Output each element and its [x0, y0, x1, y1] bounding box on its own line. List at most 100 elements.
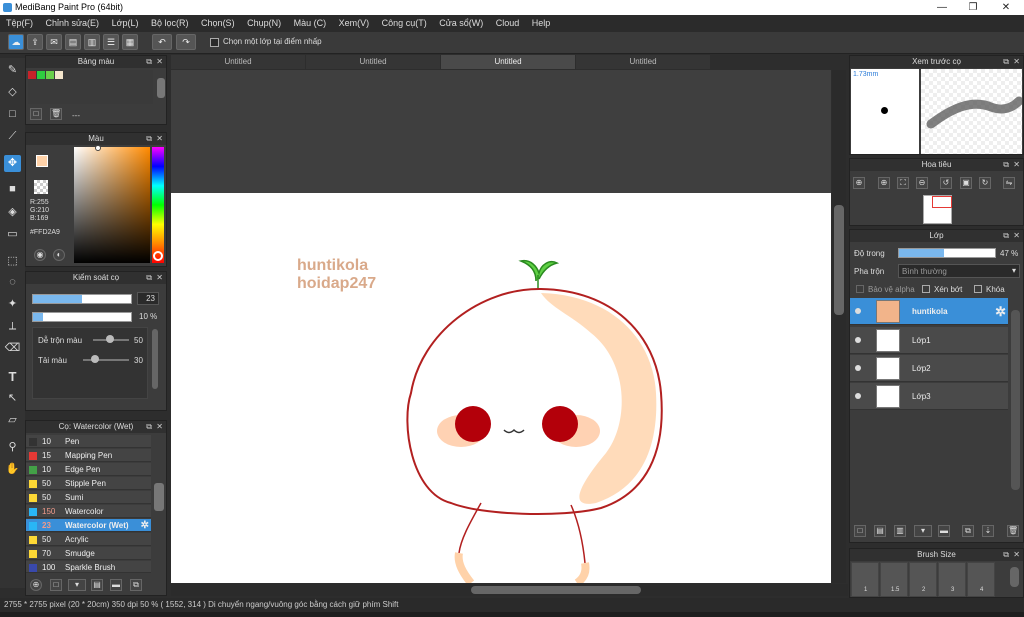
lock-checkbox[interactable]	[974, 285, 982, 293]
brush-folder-icon[interactable]: ▬	[110, 579, 122, 591]
visibility-eye-icon[interactable]	[855, 337, 861, 343]
brush-tool-icon[interactable]: ✎	[4, 62, 21, 79]
redo-button[interactable]: ↷	[176, 34, 196, 50]
rotate-right-icon[interactable]: ↻	[979, 177, 991, 189]
new-palette-icon[interactable]: □	[30, 108, 42, 120]
close-icon[interactable]: ✕	[156, 56, 163, 68]
delete-layer-icon[interactable]: 🗑	[1007, 525, 1019, 537]
transparent-color-icon[interactable]	[34, 180, 48, 194]
brush-size-cell[interactable]: 1.5	[880, 562, 908, 597]
fill-rect-tool-icon[interactable]: ■	[4, 181, 21, 198]
divide-tool-icon[interactable]: ▱	[4, 412, 21, 429]
foreground-color-swatch[interactable]	[36, 155, 48, 167]
new-8bit-layer-icon[interactable]: ▥	[894, 525, 906, 537]
document-tab[interactable]: Untitled	[171, 55, 305, 69]
undo-button[interactable]: ↶	[152, 34, 172, 50]
brush-list-scrollbar[interactable]	[154, 483, 164, 511]
canvas-paper[interactable]: huntikola hoidap247	[171, 193, 831, 583]
layer-scrollbar[interactable]	[1011, 310, 1020, 490]
menu-file[interactable]: Tệp(F)	[6, 15, 33, 32]
document-tab[interactable]: Untitled	[576, 55, 710, 69]
new-brush-icon[interactable]: □	[50, 579, 62, 591]
brush-size-cell[interactable]: 4	[967, 562, 995, 597]
menu-layer[interactable]: Lớp(L)	[112, 15, 139, 32]
layer-row[interactable]: Lớp3	[850, 383, 1008, 410]
visibility-eye-icon[interactable]	[855, 365, 861, 371]
close-icon[interactable]: ✕	[1013, 230, 1020, 242]
comment-icon[interactable]: ✉	[46, 34, 62, 50]
close-icon[interactable]: ✕	[1013, 549, 1020, 561]
cloud-icon[interactable]: ☁	[8, 34, 24, 50]
palette-swatch[interactable]	[37, 71, 45, 79]
bucket-tool-icon[interactable]: ◈	[4, 204, 21, 221]
brush-size-cell[interactable]: 2	[909, 562, 937, 597]
brush-item[interactable]: 100 Sparkle Brush	[26, 561, 151, 573]
menu-color[interactable]: Màu (C)	[294, 15, 327, 32]
brush-item[interactable]: 50 Acrylic	[26, 533, 151, 546]
load-slider-knob[interactable]	[91, 355, 99, 363]
brush-size-cell[interactable]: 3	[938, 562, 966, 597]
layer-row-selected[interactable]: huntikola ✲	[850, 298, 1008, 325]
menu-view[interactable]: Xem(V)	[339, 15, 370, 32]
zoom-out-icon[interactable]: ⊖	[916, 177, 928, 189]
close-icon[interactable]: ✕	[156, 133, 163, 145]
palette-scrollbar[interactable]	[157, 78, 165, 98]
hue-bar[interactable]	[152, 147, 164, 263]
brush-item[interactable]: 10 Pen	[26, 435, 151, 448]
brush-settings-gear-icon[interactable]: ✲	[141, 519, 149, 532]
hand-tool-icon[interactable]: ✋	[4, 461, 21, 478]
magic-wand-tool-icon[interactable]: ✦	[4, 296, 21, 313]
brush-item-selected[interactable]: 23 Watercolor (Wet) ✲	[26, 519, 151, 532]
brush-item[interactable]: 10 Edge Pen	[26, 463, 151, 476]
brush-size-slider[interactable]	[32, 294, 132, 304]
rotate-left-icon[interactable]: ↺	[940, 177, 952, 189]
popout-icon[interactable]: ⧉	[1003, 159, 1009, 171]
move-tool-icon[interactable]: ✥	[4, 155, 21, 172]
menu-tools[interactable]: Công cụ(T)	[382, 15, 427, 32]
select-eraser-tool-icon[interactable]: ⌫	[4, 340, 21, 357]
load-slider[interactable]	[83, 359, 129, 361]
zoom-in-2-icon[interactable]: ⊕	[878, 177, 890, 189]
brush-size-value[interactable]: 23	[137, 292, 159, 305]
popout-icon[interactable]: ⧉	[146, 272, 152, 284]
list-icon[interactable]: ☰	[103, 34, 119, 50]
close-icon[interactable]: ✕	[156, 421, 163, 433]
rectangle-tool-icon[interactable]: □	[4, 106, 21, 123]
grid-icon[interactable]: ▦	[122, 34, 138, 50]
menu-window[interactable]: Cửa sổ(W)	[439, 15, 483, 32]
vertical-scroll-thumb[interactable]	[834, 205, 844, 315]
brush-menu-icon[interactable]: ▾	[68, 579, 86, 591]
color-wheel-icon[interactable]: ◉	[34, 249, 46, 261]
menu-edit[interactable]: Chỉnh sửa(E)	[46, 15, 100, 32]
zoom-in-icon[interactable]: ⊕	[853, 177, 865, 189]
palette-swatch[interactable]	[46, 71, 54, 79]
brush-item[interactable]: 50 Stipple Pen	[26, 477, 151, 490]
canvas-area[interactable]: huntikola hoidap247	[171, 70, 831, 583]
merge-layer-icon[interactable]: ⇣	[982, 525, 994, 537]
reset-view-icon[interactable]: ▣	[960, 177, 972, 189]
document-tab-active[interactable]: Untitled	[441, 55, 575, 69]
menu-cloud[interactable]: Cloud	[496, 15, 520, 32]
saturation-value-square[interactable]	[74, 147, 150, 263]
popout-icon[interactable]: ⧉	[1003, 230, 1009, 242]
mix-slider-knob[interactable]	[106, 335, 114, 343]
flip-icon[interactable]: ⇋	[1003, 177, 1015, 189]
operation-tool-icon[interactable]: ↖	[4, 390, 21, 407]
palette-swatch[interactable]	[28, 71, 36, 79]
navigator-viewport[interactable]	[932, 196, 952, 208]
brush-doc-icon[interactable]: ▤	[91, 579, 103, 591]
menu-filter[interactable]: Bộ lọc(R)	[151, 15, 189, 32]
popout-icon[interactable]: ⧉	[146, 421, 152, 433]
layer-opacity-slider[interactable]	[898, 248, 996, 258]
navigator-thumbnail[interactable]	[923, 195, 952, 224]
maximize-button[interactable]: ❐	[958, 0, 988, 15]
eraser-tool-icon[interactable]: ◇	[4, 84, 21, 101]
new-halftone-layer-icon[interactable]: ▤	[874, 525, 886, 537]
brush-copy-icon[interactable]: ⧉	[130, 579, 142, 591]
menu-help[interactable]: Help	[532, 15, 551, 32]
menu-snap[interactable]: Chụp(N)	[247, 15, 281, 32]
document-tab[interactable]: Untitled	[306, 55, 440, 69]
layer-row[interactable]: Lớp1	[850, 327, 1008, 354]
document-icon[interactable]: ▥	[84, 34, 100, 50]
select-rect-tool-icon[interactable]: ⬚	[4, 253, 21, 270]
